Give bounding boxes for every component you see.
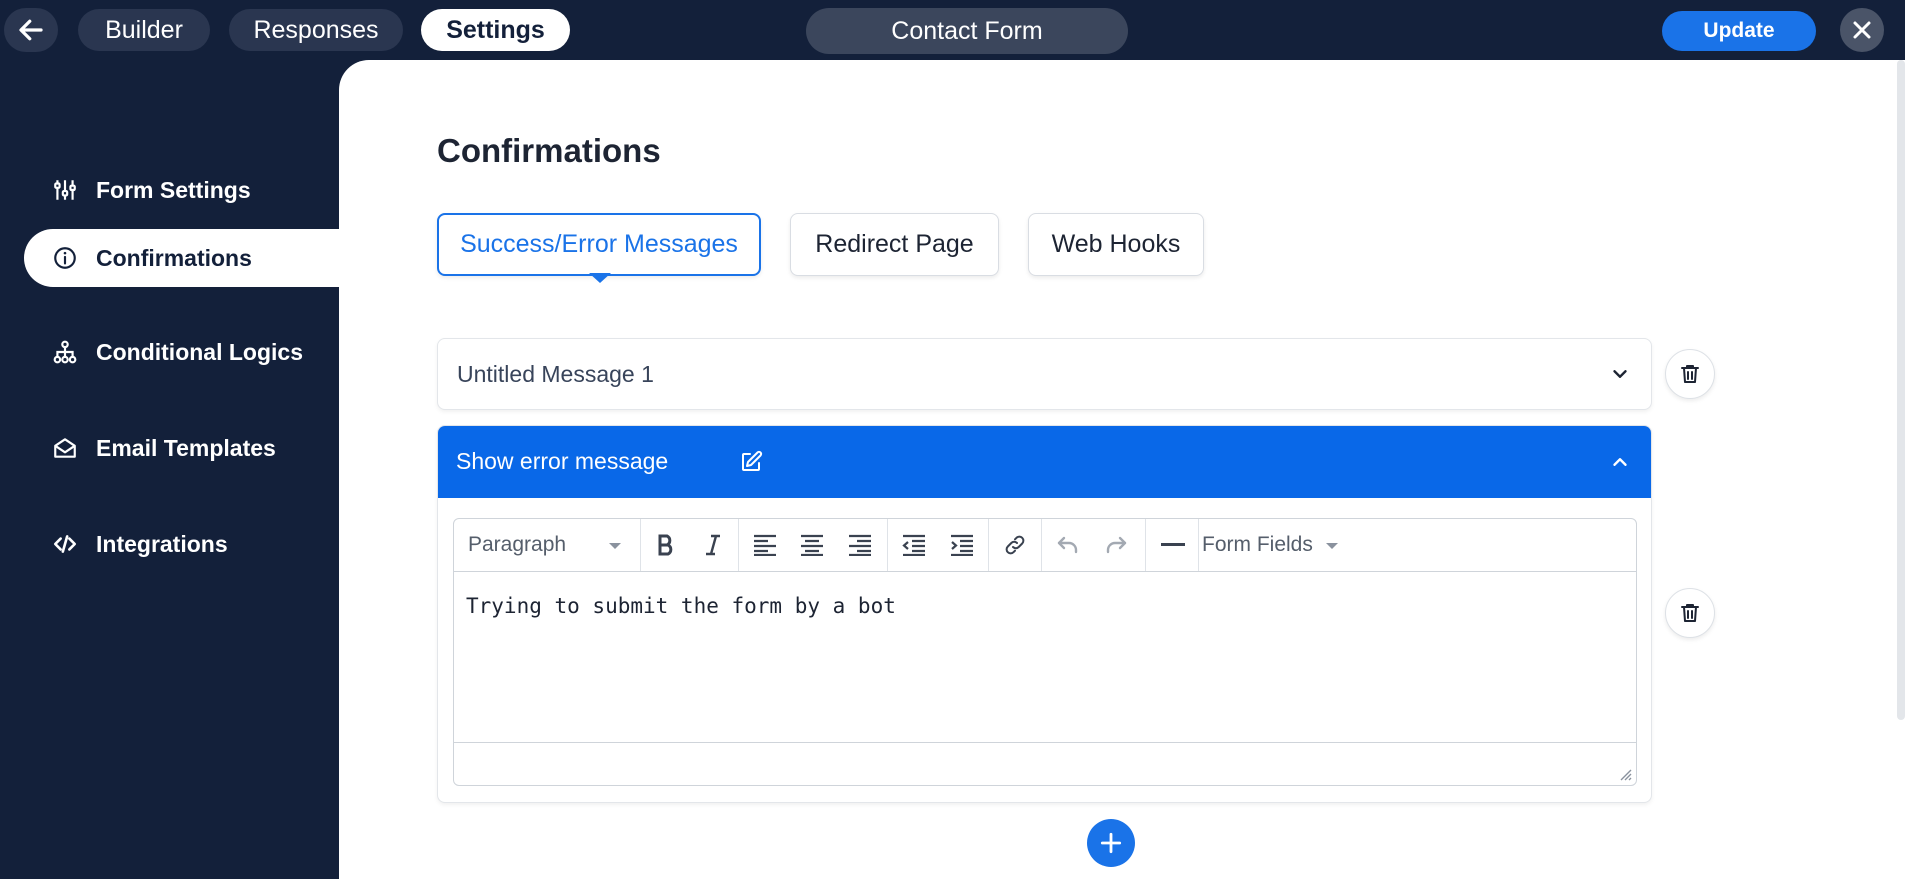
trash-icon <box>1681 604 1699 622</box>
page-title: Confirmations <box>437 132 661 169</box>
tab-redirect-page[interactable]: Redirect Page <box>790 213 999 276</box>
code-icon <box>50 529 80 559</box>
scrollbar[interactable] <box>1897 60 1905 720</box>
message-header[interactable]: Show error message <box>438 426 1651 498</box>
bold-button[interactable] <box>644 519 690 571</box>
back-button[interactable] <box>4 8 58 52</box>
sliders-icon <box>50 175 80 205</box>
horizontal-rule-button[interactable] <box>1148 519 1198 571</box>
editor-statusbar <box>454 742 1636 785</box>
add-message-button[interactable] <box>1087 819 1135 867</box>
close-button[interactable] <box>1840 8 1884 52</box>
form-title[interactable]: Contact Form <box>806 8 1128 54</box>
sidebar-item-conditional-logics[interactable]: Conditional Logics <box>24 323 339 381</box>
italic-button[interactable] <box>690 519 736 571</box>
chevron-down-icon <box>1326 543 1338 549</box>
arrow-left-icon <box>19 19 43 41</box>
align-left-icon <box>754 534 776 556</box>
sidebar-item-email-templates[interactable]: Email Templates <box>24 419 339 477</box>
outdent-button[interactable] <box>891 519 937 571</box>
sidebar-item-form-settings[interactable]: Form Settings <box>24 161 339 219</box>
align-left-button[interactable] <box>742 519 788 571</box>
link-icon <box>1005 535 1025 555</box>
edit-icon[interactable] <box>739 450 763 474</box>
sidebar: Form Settings Confirmations Conditional … <box>0 60 339 879</box>
indent-button[interactable] <box>939 519 985 571</box>
tab-builder[interactable]: Builder <box>78 9 210 51</box>
message-card-1[interactable]: Untitled Message 1 <box>437 338 1652 410</box>
chevron-up-icon[interactable] <box>1609 451 1631 473</box>
tab-responses[interactable]: Responses <box>229 9 403 51</box>
tab-settings[interactable]: Settings <box>421 9 570 51</box>
align-center-icon <box>801 534 823 556</box>
redo-button[interactable] <box>1093 519 1139 571</box>
delete-message-1-button[interactable] <box>1665 349 1715 399</box>
sidebar-item-label: Form Settings <box>96 176 251 203</box>
info-icon <box>50 243 80 273</box>
outdent-icon <box>902 534 925 556</box>
main-panel: Confirmations Success/Error Messages Red… <box>339 60 1905 879</box>
delete-message-2-button[interactable] <box>1665 588 1715 638</box>
sidebar-item-label: Conditional Logics <box>96 338 303 365</box>
sidebar-item-label: Integrations <box>96 530 228 557</box>
sidebar-item-confirmations[interactable]: Confirmations <box>24 229 339 287</box>
form-fields-dropdown[interactable]: Form Fields <box>1202 533 1313 557</box>
trash-icon <box>1681 365 1699 383</box>
italic-icon <box>706 534 720 556</box>
plus-icon <box>1100 832 1122 854</box>
align-right-icon <box>849 534 871 556</box>
chevron-down-icon[interactable] <box>1609 363 1631 385</box>
update-button[interactable]: Update <box>1662 11 1816 51</box>
align-center-button[interactable] <box>789 519 835 571</box>
bold-icon <box>658 534 673 556</box>
redo-icon <box>1106 536 1127 554</box>
active-tab-indicator <box>589 273 611 283</box>
paragraph-format-select[interactable]: Paragraph <box>468 533 566 557</box>
close-icon <box>1853 21 1871 39</box>
sidebar-item-label: Email Templates <box>96 434 276 461</box>
link-button[interactable] <box>992 519 1038 571</box>
undo-button[interactable] <box>1045 519 1091 571</box>
sidebar-item-integrations[interactable]: Integrations <box>24 515 339 573</box>
tab-success-error-messages[interactable]: Success/Error Messages <box>437 213 761 276</box>
indent-icon <box>951 534 973 556</box>
resize-handle-icon[interactable] <box>1618 767 1632 781</box>
hierarchy-icon <box>50 337 80 367</box>
horizontal-rule-icon <box>1161 543 1185 546</box>
envelope-open-icon <box>50 433 80 463</box>
message-title: Untitled Message 1 <box>457 361 654 387</box>
align-right-button[interactable] <box>837 519 883 571</box>
undo-icon <box>1057 536 1078 554</box>
tab-web-hooks[interactable]: Web Hooks <box>1028 213 1204 276</box>
rich-text-editor: Paragraph Form Fields Trying to submit t… <box>453 518 1637 786</box>
editor-toolbar: Paragraph Form Fields <box>454 519 1636 572</box>
editor-content[interactable]: Trying to submit the form by a bot <box>466 594 896 618</box>
top-bar: Builder Responses Settings Contact Form … <box>0 0 1905 60</box>
message-card-2: Show error message Paragraph Form Fields… <box>437 425 1652 803</box>
chevron-down-icon <box>609 543 621 549</box>
sidebar-item-label: Confirmations <box>96 244 252 271</box>
message-title: Show error message <box>456 448 669 474</box>
